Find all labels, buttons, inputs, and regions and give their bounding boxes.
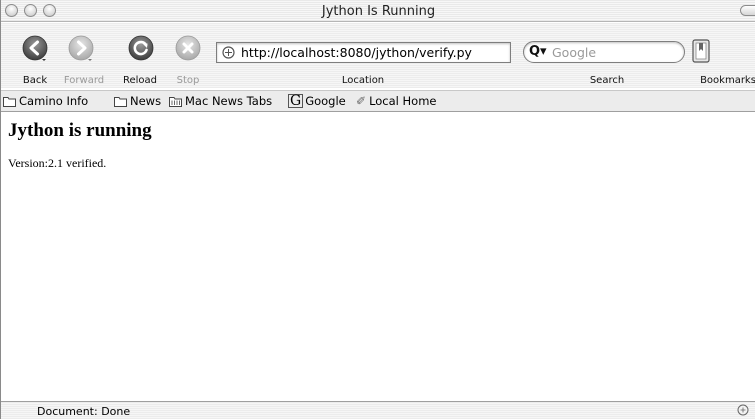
page-heading: Jython is running bbox=[8, 120, 152, 141]
reload-label: Reload bbox=[122, 75, 158, 86]
forward-arrow-icon bbox=[68, 35, 94, 61]
stop-button[interactable] bbox=[175, 35, 201, 61]
bookmark-mac-news-tabs[interactable]: Mac News Tabs bbox=[169, 94, 272, 108]
page-content: Jython is running Version:2.1 verified. bbox=[1, 113, 755, 402]
url-text[interactable]: http://localhost:8080/jython/verify.py bbox=[241, 45, 472, 60]
bookmark-local-home[interactable]: ✐ Local Home bbox=[356, 94, 437, 108]
reload-icon bbox=[128, 35, 154, 61]
folder-icon bbox=[114, 96, 127, 107]
title-bar: Jython Is Running bbox=[1, 0, 755, 22]
bookmark-news[interactable]: News bbox=[114, 94, 161, 108]
bookmarks-book-icon[interactable] bbox=[688, 38, 714, 64]
pen-icon: ✐ bbox=[356, 94, 367, 108]
browser-window: Jython Is Running Back Forward Reload St… bbox=[0, 0, 755, 419]
back-button[interactable] bbox=[22, 35, 48, 61]
forward-button[interactable] bbox=[68, 35, 94, 61]
search-engine-menu-icon[interactable]: Q▾ bbox=[529, 44, 547, 59]
back-arrow-icon bbox=[22, 35, 48, 61]
window-title: Jython Is Running bbox=[321, 4, 436, 19]
toolbar-toggle-button[interactable] bbox=[740, 5, 755, 16]
status-text: Document: Done bbox=[37, 405, 131, 418]
navigation-toolbar: Back Forward Reload Stop http://localhos… bbox=[1, 23, 755, 88]
bookmarks-label: Bookmarks bbox=[700, 75, 755, 86]
tabs-folder-icon bbox=[169, 96, 182, 107]
back-label: Back bbox=[22, 75, 48, 86]
location-field[interactable]: http://localhost:8080/jython/verify.py bbox=[216, 42, 511, 63]
bookmark-label: Google bbox=[305, 94, 346, 108]
status-bar: Document: Done bbox=[1, 401, 755, 419]
bookmark-label: News bbox=[130, 94, 162, 108]
bookmark-label: Camino Info bbox=[19, 94, 89, 108]
folder-icon bbox=[3, 96, 16, 107]
bookmark-google[interactable]: G Google bbox=[288, 94, 346, 108]
bookmarks-bar: Camino Info News Mac News Tabs G Google … bbox=[1, 90, 755, 112]
bookmark-label: Mac News Tabs bbox=[185, 94, 273, 108]
stop-x-icon bbox=[175, 35, 201, 61]
security-status-icon[interactable] bbox=[737, 404, 749, 416]
site-globe-icon bbox=[222, 46, 235, 59]
version-text: Version:2.1 verified. bbox=[8, 156, 107, 170]
bookmark-label: Local Home bbox=[369, 94, 437, 108]
search-placeholder: Google bbox=[552, 45, 597, 60]
reload-button[interactable] bbox=[128, 35, 154, 61]
bookmark-camino-info[interactable]: Camino Info bbox=[3, 94, 88, 108]
search-field[interactable]: Q▾ Google bbox=[523, 41, 685, 63]
location-label: Location bbox=[341, 75, 385, 86]
search-label: Search bbox=[589, 75, 625, 86]
google-g-icon: G bbox=[288, 93, 304, 109]
forward-label: Forward bbox=[63, 75, 105, 86]
stop-label: Stop bbox=[176, 75, 200, 86]
